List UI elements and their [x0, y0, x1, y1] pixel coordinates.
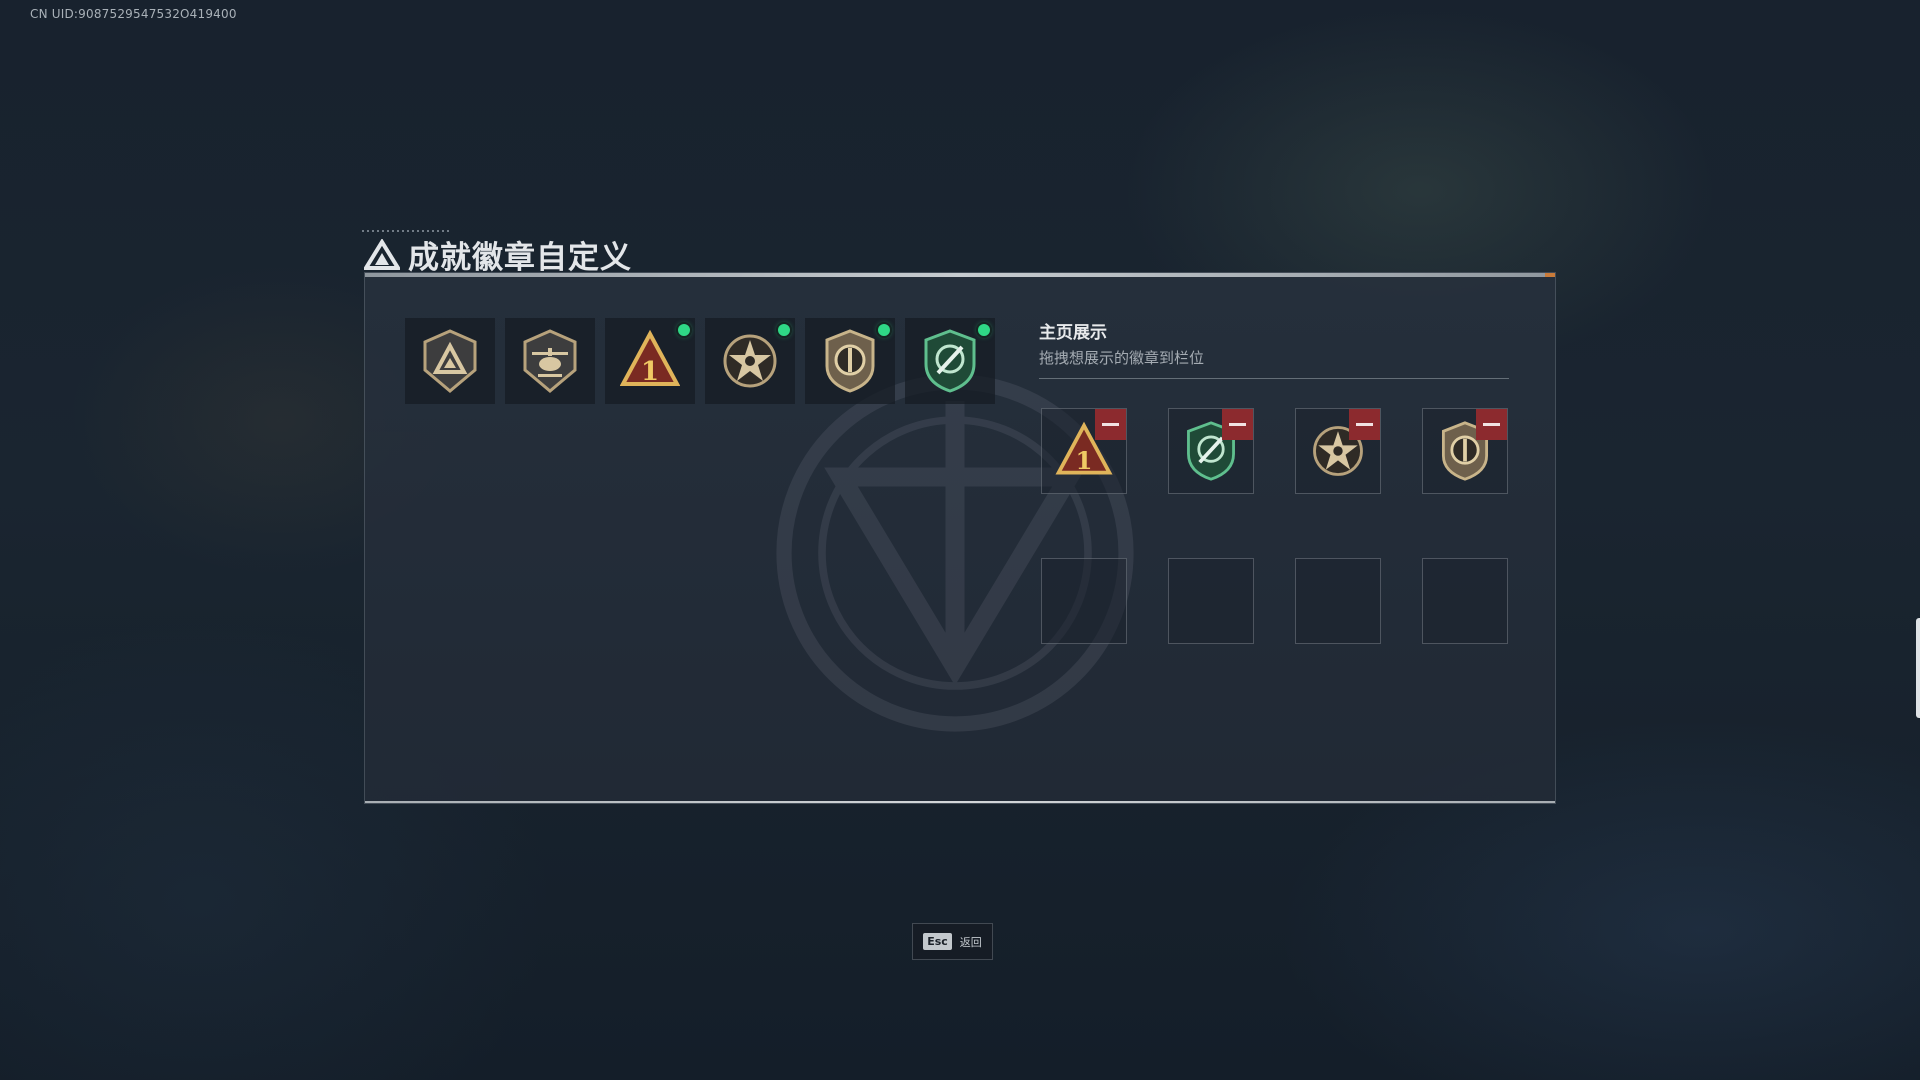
divider — [1039, 378, 1509, 379]
empty-showcase-slot[interactable] — [1295, 558, 1381, 644]
owned-badge[interactable] — [405, 318, 495, 404]
minus-icon — [1356, 423, 1373, 426]
homepage-showcase-header: 主页展示 拖拽想展示的徽章到栏位 — [1039, 318, 1509, 379]
triangle-logo-icon — [364, 238, 400, 270]
remove-badge-button[interactable] — [1222, 409, 1253, 440]
new-indicator — [978, 324, 990, 336]
esc-key-hint: Esc — [923, 933, 952, 950]
empty-showcase-slot[interactable] — [1422, 558, 1508, 644]
showcase-slot[interactable]: 1 — [1041, 408, 1127, 494]
empty-showcase-slot[interactable] — [1041, 558, 1127, 644]
showcase-slots: 1 — [1041, 408, 1508, 644]
remove-badge-button[interactable] — [1476, 409, 1507, 440]
empty-showcase-slot[interactable] — [1168, 558, 1254, 644]
minus-icon — [1229, 423, 1246, 426]
owned-badge[interactable]: 1 — [605, 318, 695, 404]
showcase-slot[interactable] — [1422, 408, 1508, 494]
back-button[interactable]: Esc 返回 — [912, 923, 993, 960]
star-badge-icon — [723, 334, 777, 388]
new-indicator — [878, 324, 890, 336]
triangle-shield-badge-icon — [423, 329, 477, 393]
page-title: 成就徽章自定义 — [408, 240, 632, 276]
svg-text:1: 1 — [1076, 446, 1093, 475]
panel-top-border — [365, 273, 1555, 277]
owned-badge[interactable] — [705, 318, 795, 404]
page-header: 成就徽章自定义 — [364, 232, 632, 277]
green-shield-badge-icon — [924, 329, 976, 393]
remove-badge-button[interactable] — [1095, 409, 1126, 440]
badge-customization-panel: 1 主页展示 拖拽想展示的徽章到栏位 1 — [364, 272, 1556, 804]
showcase-title: 主页展示 — [1039, 323, 1107, 343]
side-panel-handle[interactable] — [1916, 618, 1920, 718]
owned-badge[interactable] — [805, 318, 895, 404]
owned-badge[interactable] — [505, 318, 595, 404]
showcase-slot[interactable] — [1168, 408, 1254, 494]
remove-badge-button[interactable] — [1349, 409, 1380, 440]
number-one-triangle-badge-icon: 1 — [620, 329, 680, 387]
svg-text:1: 1 — [641, 357, 659, 387]
owned-badge[interactable] — [905, 318, 995, 404]
helicopter-badge-icon — [523, 329, 577, 393]
minus-icon — [1483, 423, 1500, 426]
minus-icon — [1102, 423, 1119, 426]
user-id-label: CN UID:9087529547532O419400 — [30, 7, 237, 21]
new-indicator — [678, 324, 690, 336]
showcase-slot[interactable] — [1295, 408, 1381, 494]
back-label: 返回 — [959, 935, 982, 949]
owned-badge-list: 1 — [405, 318, 995, 404]
showcase-subtitle: 拖拽想展示的徽章到栏位 — [1039, 349, 1205, 367]
new-indicator — [778, 324, 790, 336]
panel-bottom-border — [365, 801, 1555, 803]
round-emblem-badge-icon — [825, 329, 875, 393]
